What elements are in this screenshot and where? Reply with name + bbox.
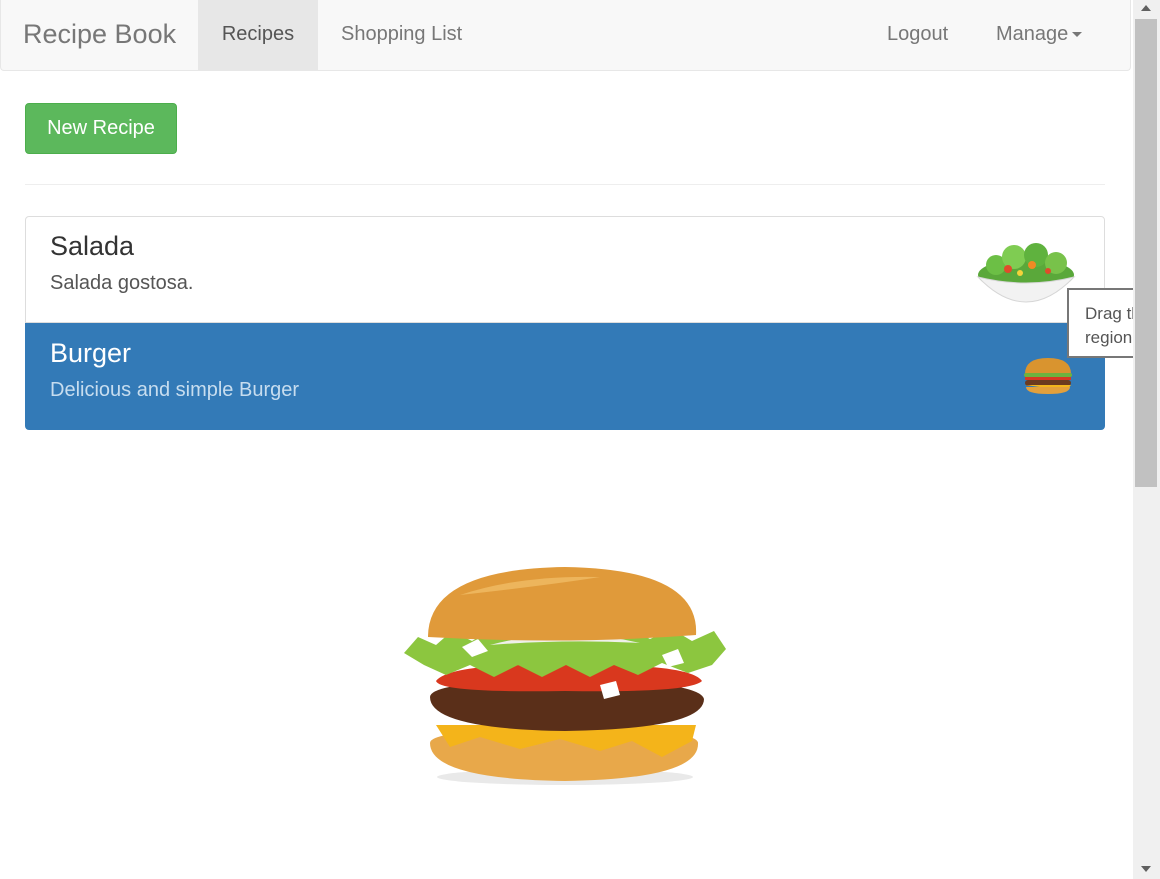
navbar: Recipe Book Recipes Shopping List Logout… (0, 0, 1131, 71)
recipe-item-selected[interactable]: Burger Delicious and simple Burger (25, 323, 1105, 430)
scroll-up-arrow-icon[interactable] (1141, 5, 1151, 11)
nav-shopping-list[interactable]: Shopping List (341, 0, 462, 71)
recipe-description: Delicious and simple Burger (50, 379, 300, 401)
recipe-name: Salada (50, 231, 135, 261)
recipe-description: Salada gostosa. (50, 272, 194, 294)
recipe-name: Burger (50, 338, 132, 368)
scrollbar-thumb[interactable] (1135, 19, 1157, 487)
burger-image (1024, 358, 1072, 394)
new-recipe-button[interactable]: New Recipe (25, 103, 177, 154)
manage-label: Manage (996, 23, 1069, 45)
recipe-item[interactable]: Salada Salada gostosa. (25, 216, 1105, 323)
nav-recipes[interactable]: Recipes (198, 0, 318, 71)
divider (25, 184, 1105, 185)
salad-bowl-image (976, 243, 1076, 303)
logout-link[interactable]: Logout (887, 0, 948, 71)
burger-image (404, 567, 726, 785)
manage-dropdown[interactable]: Manage (996, 0, 1083, 71)
caret-down-icon (1072, 32, 1083, 38)
scroll-down-arrow-icon[interactable] (1141, 866, 1151, 872)
brand-link[interactable]: Recipe Book (23, 0, 176, 71)
